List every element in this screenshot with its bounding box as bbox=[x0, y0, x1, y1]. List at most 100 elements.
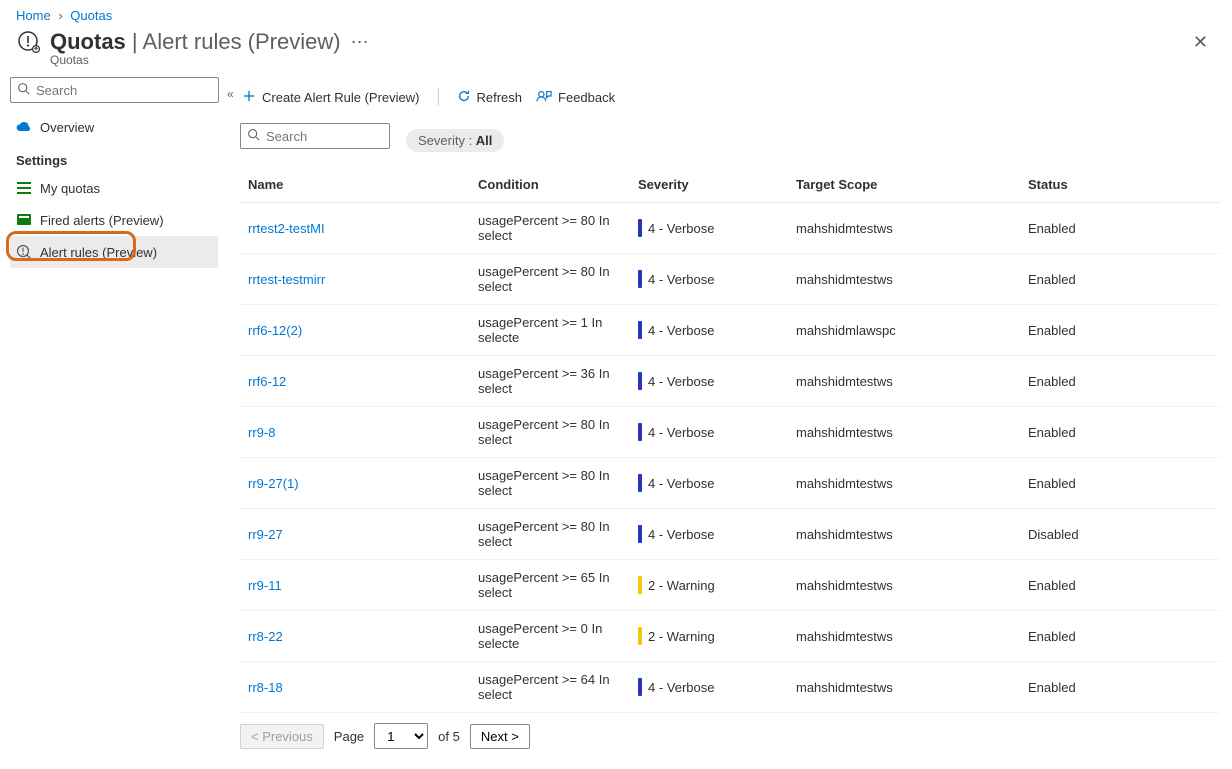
table-row: rrf6-12(2)usagePercent >= 1 In selecte4 … bbox=[240, 305, 1220, 356]
table-search[interactable] bbox=[240, 123, 390, 149]
create-alert-rule-button[interactable]: Create Alert Rule (Preview) bbox=[240, 85, 422, 110]
cell-status: Enabled bbox=[1020, 407, 1220, 458]
cell-name: rr8-22 bbox=[240, 611, 470, 662]
table-row: rr9-8usagePercent >= 80 In select4 - Ver… bbox=[240, 407, 1220, 458]
cell-scope: mahshidmtestws bbox=[788, 254, 1020, 305]
cell-severity: 4 - Verbose bbox=[630, 509, 788, 560]
rule-link[interactable]: rr8-22 bbox=[248, 629, 283, 644]
col-name[interactable]: Name bbox=[240, 167, 470, 203]
list-icon bbox=[16, 181, 32, 195]
cell-severity: 4 - Verbose bbox=[630, 662, 788, 713]
severity-bar-icon bbox=[638, 474, 642, 492]
cell-scope: mahshidmtestws bbox=[788, 458, 1020, 509]
severity-text: 4 - Verbose bbox=[648, 374, 715, 389]
severity-bar-icon bbox=[638, 219, 642, 237]
sidebar-item-my-quotas[interactable]: My quotas bbox=[10, 172, 218, 204]
cell-condition: usagePercent >= 64 In select bbox=[470, 662, 630, 713]
severity-text: 4 - Verbose bbox=[648, 425, 715, 440]
cell-scope: mahshidmtestws bbox=[788, 509, 1020, 560]
refresh-icon bbox=[457, 89, 471, 106]
sidebar-item-label: Alert rules (Preview) bbox=[40, 245, 157, 260]
rule-link[interactable]: rr8-18 bbox=[248, 680, 283, 695]
table-row: rrtest2-testMIusagePercent >= 80 In sele… bbox=[240, 203, 1220, 254]
cell-name: rr8-18 bbox=[240, 662, 470, 713]
rules-icon bbox=[16, 244, 32, 260]
rule-link[interactable]: rr9-27(1) bbox=[248, 476, 299, 491]
rule-link[interactable]: rr9-8 bbox=[248, 425, 275, 440]
book-icon bbox=[16, 213, 32, 227]
cell-condition: usagePercent >= 0 In selecte bbox=[470, 611, 630, 662]
close-icon[interactable]: ✕ bbox=[1193, 32, 1216, 53]
refresh-button[interactable]: Refresh bbox=[455, 85, 525, 110]
breadcrumb-home[interactable]: Home bbox=[16, 8, 51, 23]
breadcrumb: Home › Quotas bbox=[0, 0, 1232, 25]
cell-scope: mahshidmtestws bbox=[788, 203, 1020, 254]
search-icon bbox=[247, 128, 260, 144]
create-alert-rule-label: Create Alert Rule (Preview) bbox=[262, 90, 420, 105]
severity-bar-icon bbox=[638, 372, 642, 390]
page-header: Quotas | Alert rules (Preview) ⋯ ✕ bbox=[0, 25, 1232, 55]
severity-text: 4 - Verbose bbox=[648, 527, 715, 542]
rule-link[interactable]: rrtest2-testMI bbox=[248, 221, 325, 236]
severity-filter[interactable]: Severity : All bbox=[406, 129, 504, 152]
cell-condition: usagePercent >= 65 In select bbox=[470, 560, 630, 611]
page-title: Quotas | Alert rules (Preview) bbox=[50, 29, 341, 55]
more-icon[interactable]: ⋯ bbox=[351, 32, 370, 53]
severity-bar-icon bbox=[638, 321, 642, 339]
severity-filter-value: All bbox=[476, 133, 493, 148]
pager: < Previous Page 1 of 5 Next > bbox=[240, 723, 1220, 749]
table-row: rr8-18 usagePercent >= 64 In select4 - Ve… bbox=[240, 662, 1220, 713]
sidebar-search-input[interactable] bbox=[36, 83, 212, 98]
page-title-light: Alert rules (Preview) bbox=[143, 29, 341, 54]
pager-next-button[interactable]: Next > bbox=[470, 724, 530, 749]
rule-link[interactable]: rrf6-12(2) bbox=[248, 323, 302, 338]
severity-bar-icon bbox=[638, 576, 642, 594]
table-row: rr9-27(1)usagePercent >= 80 In select4 -… bbox=[240, 458, 1220, 509]
sidebar-item-alert-rules-preview-[interactable]: Alert rules (Preview) bbox=[10, 236, 218, 268]
sidebar-item-label: Overview bbox=[40, 120, 94, 135]
rule-link[interactable]: rr9-11 bbox=[248, 578, 282, 593]
cell-name: rrf6-12 bbox=[240, 356, 470, 407]
page-subtitle: Quotas bbox=[50, 53, 1232, 67]
sidebar-item-label: My quotas bbox=[40, 181, 100, 196]
cell-status: Enabled bbox=[1020, 611, 1220, 662]
table-row: rr9-11usagePercent >= 65 In select2 - Wa… bbox=[240, 560, 1220, 611]
cloud-icon bbox=[16, 121, 32, 133]
col-condition[interactable]: Condition bbox=[470, 167, 630, 203]
page-title-strong: Quotas bbox=[50, 29, 126, 54]
rule-link[interactable]: rrtest-testmirr bbox=[248, 272, 325, 287]
toolbar-separator bbox=[438, 88, 439, 106]
cell-severity: 4 - Verbose bbox=[630, 407, 788, 458]
toolbar: Create Alert Rule (Preview) Refresh Feed… bbox=[240, 77, 1220, 117]
rule-link[interactable]: rrf6-12 bbox=[248, 374, 286, 389]
feedback-button[interactable]: Feedback bbox=[534, 85, 617, 110]
sidebar-search[interactable] bbox=[10, 77, 219, 103]
breadcrumb-quotas[interactable]: Quotas bbox=[70, 8, 112, 23]
severity-filter-label: Severity : bbox=[418, 133, 476, 148]
sidebar-item-fired-alerts-preview-[interactable]: Fired alerts (Preview) bbox=[10, 204, 218, 236]
plus-icon bbox=[242, 89, 256, 106]
cell-condition: usagePercent >= 80 In select bbox=[470, 509, 630, 560]
severity-bar-icon bbox=[638, 270, 642, 288]
cell-condition: usagePercent >= 80 In select bbox=[470, 458, 630, 509]
pager-page-select[interactable]: 1 bbox=[374, 723, 428, 749]
cell-severity: 4 - Verbose bbox=[630, 305, 788, 356]
feedback-label: Feedback bbox=[558, 90, 615, 105]
cell-condition: usagePercent >= 80 In select bbox=[470, 254, 630, 305]
cell-status: Disabled bbox=[1020, 509, 1220, 560]
cell-status: Enabled bbox=[1020, 254, 1220, 305]
cell-severity: 4 - Verbose bbox=[630, 254, 788, 305]
sidebar-item-label: Fired alerts (Preview) bbox=[40, 213, 164, 228]
feedback-icon bbox=[536, 89, 552, 106]
col-status[interactable]: Status bbox=[1020, 167, 1220, 203]
rule-link[interactable]: rr9-27 bbox=[248, 527, 283, 542]
cell-severity: 4 - Verbose bbox=[630, 203, 788, 254]
col-scope[interactable]: Target Scope bbox=[788, 167, 1020, 203]
page-title-sep: | bbox=[126, 29, 143, 54]
col-severity[interactable]: Severity bbox=[630, 167, 788, 203]
table-row: rrtest-testmirr usagePercent >= 80 In sel… bbox=[240, 254, 1220, 305]
sidebar-item-overview[interactable]: Overview bbox=[10, 111, 218, 143]
table-row: rr8-22usagePercent >= 0 In selecte2 - Wa… bbox=[240, 611, 1220, 662]
severity-text: 4 - Verbose bbox=[648, 272, 715, 287]
pager-prev-button[interactable]: < Previous bbox=[240, 724, 324, 749]
